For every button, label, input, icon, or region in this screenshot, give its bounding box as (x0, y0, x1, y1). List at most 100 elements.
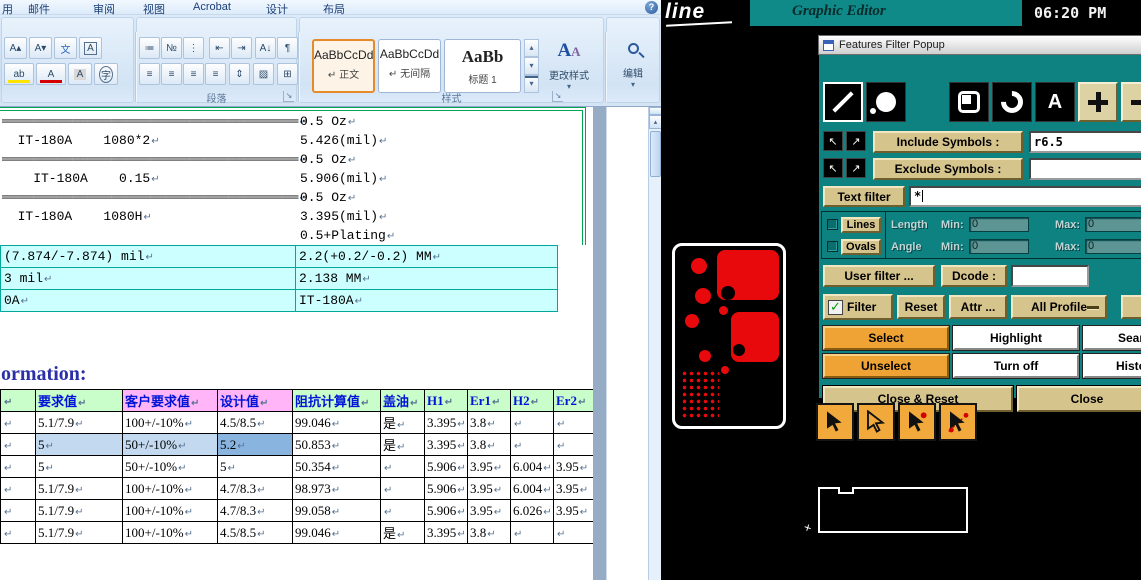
lines-checkbox[interactable] (827, 219, 838, 230)
table-cell[interactable]: 3.95↵ (553, 455, 593, 478)
highlight-button[interactable]: ab (4, 63, 34, 85)
attr-button[interactable]: Attr ... (949, 295, 1007, 319)
table-cell[interactable]: ↵ (0, 499, 36, 522)
table-cell[interactable]: 100+/-10%↵ (122, 521, 218, 544)
dcode-button[interactable]: Dcode : (941, 265, 1007, 287)
reset-button[interactable]: Reset (897, 295, 945, 319)
filter-checkbox[interactable]: ✓ (828, 299, 843, 315)
numbering-button[interactable]: № (161, 37, 182, 59)
styles-scroll-up-button[interactable]: ▴ (524, 39, 539, 57)
table-cell[interactable]: 50.354↵ (292, 455, 381, 478)
table-cell[interactable]: 5.1/7.9↵ (35, 521, 123, 544)
table-cell[interactable]: 5.906↵ (424, 477, 468, 500)
table-cell[interactable]: ↵ (510, 433, 554, 456)
table-cell[interactable]: 3.8↵ (467, 411, 511, 434)
styles-scroll-down-button[interactable]: ▾ (524, 57, 539, 75)
table-cell[interactable]: 6.026↵ (510, 499, 554, 522)
pad-tool-button[interactable] (866, 82, 906, 122)
table-cell[interactable]: 99.046↵ (292, 521, 381, 544)
table-cell[interactable]: 是↵ (380, 521, 425, 544)
tolerance-cell[interactable]: 2.2(+0.2/-0.2) MM↵ (295, 245, 558, 268)
text-filter-button[interactable]: Text filter (823, 186, 905, 207)
table-cell[interactable]: ↵ (380, 499, 425, 522)
table-cell[interactable]: 6.004↵ (510, 477, 554, 500)
table-cell[interactable]: ↵ (510, 521, 554, 544)
include-prev-button[interactable]: ↖ (823, 131, 843, 151)
style-card-heading1[interactable]: AaBb 标题 1 (444, 39, 521, 93)
sort-button[interactable]: A↓ (255, 37, 276, 59)
tolerance-cell[interactable]: IT-180A↵ (295, 289, 558, 312)
style-card-no-spacing[interactable]: AaBbCcDd ↵ 无间隔 (378, 39, 441, 93)
table-cell[interactable]: ↵ (380, 477, 425, 500)
increase-indent-button[interactable]: ⇥ (231, 37, 252, 59)
table-cell[interactable]: ↵ (553, 521, 593, 544)
exclude-symbols-button[interactable]: Exclude Symbols : (873, 158, 1023, 180)
table-cell[interactable]: 100+/-10%↵ (122, 411, 218, 434)
table-cell[interactable]: 3.95↵ (467, 455, 511, 478)
table-cell[interactable]: 50.853↵ (292, 433, 381, 456)
table-cell[interactable]: 3.95↵ (553, 499, 593, 522)
styles-dialog-launcher[interactable]: ↘ (552, 91, 563, 102)
table-header-cell[interactable]: Er1↵ (467, 389, 511, 412)
table-cell[interactable]: ↵ (510, 411, 554, 434)
dcode-input[interactable] (1011, 265, 1089, 287)
clipped-button[interactable] (1121, 295, 1141, 319)
align-right-button[interactable]: ≡ (183, 63, 204, 85)
table-header-cell[interactable]: 设计值↵ (217, 389, 293, 412)
highlight-button[interactable]: Highlight (953, 326, 1079, 350)
table-cell[interactable]: 99.046↵ (292, 411, 381, 434)
paragraph-dialog-launcher[interactable]: ↘ (283, 91, 294, 102)
style-card-normal[interactable]: AaBbCcDd ↵ 正文 (312, 39, 375, 93)
table-cell[interactable]: 3.395↵ (424, 433, 468, 456)
negative-mode-button[interactable] (1121, 82, 1141, 122)
enclose-char-button[interactable]: 字 (94, 63, 118, 85)
table-cell[interactable]: 5.1/7.9↵ (35, 411, 123, 434)
cursor-net-tool-button[interactable] (939, 403, 977, 441)
borders-button[interactable]: ⊞ (277, 63, 298, 85)
shrink-font-button[interactable]: A▾ (29, 37, 52, 59)
table-cell[interactable]: 3.95↵ (467, 499, 511, 522)
table-cell[interactable]: 3.95↵ (467, 477, 511, 500)
tolerance-cell[interactable]: 0A↵ (0, 289, 296, 312)
table-header-cell[interactable]: 盖油↵ (380, 389, 425, 412)
char-border-button[interactable]: A (79, 37, 102, 59)
text-tool-button[interactable]: A (1035, 82, 1075, 122)
histogram-button[interactable]: Histo (1083, 354, 1141, 378)
table-cell[interactable]: 6.004↵ (510, 455, 554, 478)
table-cell[interactable]: 5↵ (217, 455, 293, 478)
table-cell[interactable]: 4.5/8.5↵ (217, 521, 293, 544)
table-cell[interactable]: ↵ (380, 455, 425, 478)
ruby-guide-button[interactable]: 文 (54, 37, 77, 59)
cursor-outline-tool-button[interactable] (857, 403, 895, 441)
decrease-indent-button[interactable]: ⇤ (209, 37, 230, 59)
table-header-cell[interactable]: Er2↵ (553, 389, 593, 412)
all-profile-dropdown[interactable]: All Profile (1011, 295, 1107, 319)
search-button[interactable]: Sear (1083, 326, 1141, 350)
document-page[interactable]: ══════════════════════════════════════↵ 0… (0, 107, 593, 580)
document-scrollbar[interactable]: ▴ (648, 107, 662, 580)
table-cell[interactable]: ↵ (553, 433, 593, 456)
table-cell[interactable]: 50+/-10%↵ (122, 433, 218, 456)
positive-mode-button[interactable] (1078, 82, 1118, 122)
table-cell[interactable]: 3.395↵ (424, 521, 468, 544)
table-cell[interactable]: 3.8↵ (467, 521, 511, 544)
include-symbols-button[interactable]: Include Symbols : (873, 131, 1023, 153)
turn-off-button[interactable]: Turn off (953, 354, 1079, 378)
table-cell[interactable]: ↵ (0, 521, 36, 544)
tolerance-cell[interactable]: (7.874/-7.874) mil↵ (0, 245, 296, 268)
help-icon[interactable]: ? (645, 1, 658, 14)
font-color-button[interactable]: A (36, 63, 66, 85)
table-cell[interactable]: 5.2↵ (217, 433, 293, 456)
exclude-symbols-input[interactable] (1029, 158, 1141, 180)
tolerance-cell[interactable]: 3 mil↵ (0, 267, 296, 290)
unselect-button[interactable]: Unselect (823, 354, 949, 378)
table-header-cell[interactable]: 客户要求值↵ (122, 389, 218, 412)
line-tool-button[interactable] (823, 82, 863, 122)
multilevel-list-button[interactable]: ⋮ (183, 37, 204, 59)
table-cell[interactable]: 3.95↵ (553, 477, 593, 500)
table-cell[interactable]: 5.1/7.9↵ (35, 499, 123, 522)
table-cell[interactable]: 99.058↵ (292, 499, 381, 522)
table-cell[interactable]: 3.8↵ (467, 433, 511, 456)
table-cell[interactable]: 100+/-10%↵ (122, 499, 218, 522)
table-cell[interactable]: 5.906↵ (424, 499, 468, 522)
